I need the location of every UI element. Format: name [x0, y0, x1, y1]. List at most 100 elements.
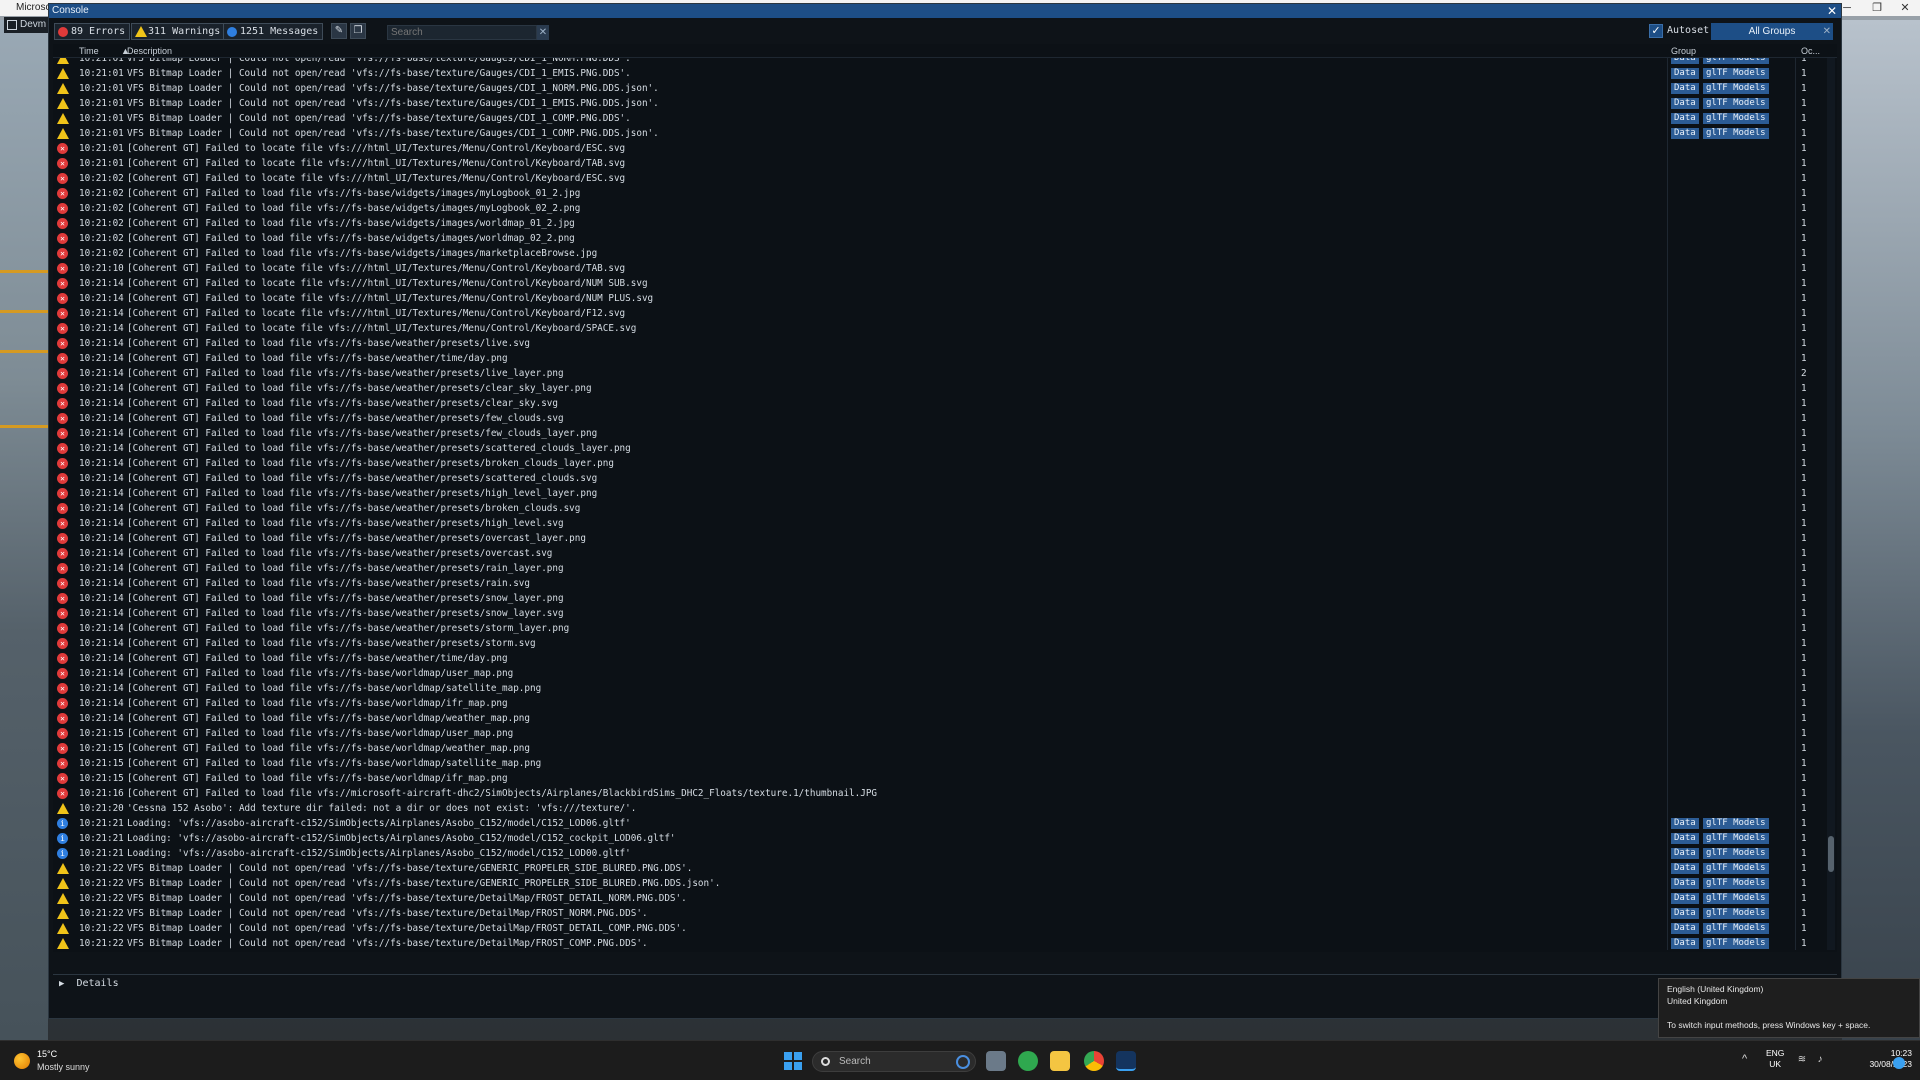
log-row[interactable]: 10:21:01 VFS Bitmap Loader | Could not op…: [53, 111, 1825, 126]
log-row[interactable]: ✕ 10:21:14 [Coherent GT] Failed to load fi…: [53, 396, 1825, 411]
time-column-header[interactable]: Time: [79, 46, 99, 56]
volume-icon[interactable]: ♪: [1814, 1054, 1826, 1066]
file-explorer-icon[interactable]: [1050, 1051, 1070, 1071]
log-row[interactable]: ✕ 10:21:15 [Coherent GT] Failed to load fi…: [53, 726, 1825, 741]
log-row[interactable]: ✕ 10:21:14 [Coherent GT] Failed to load fi…: [53, 441, 1825, 456]
messages-filter-button[interactable]: 1251 Messages: [223, 23, 324, 40]
log-scrollbar-thumb[interactable]: [1828, 836, 1834, 872]
log-row[interactable]: ✕ 10:21:10 [Coherent GT] Failed to locate …: [53, 261, 1825, 276]
group-tag[interactable]: Data: [1671, 58, 1699, 64]
taskbar-clock[interactable]: 10:23 30/08/2023: [1868, 1048, 1912, 1070]
group-tag[interactable]: glTF Models: [1703, 878, 1769, 889]
console-close-icon[interactable]: ✕: [1827, 4, 1837, 18]
chrome-icon[interactable]: [1084, 1051, 1104, 1071]
groups-clear-icon[interactable]: ✕: [1823, 23, 1831, 40]
log-row[interactable]: ✕ 10:21:14 [Coherent GT] Failed to load fi…: [53, 531, 1825, 546]
log-row[interactable]: ✕ 10:21:14 [Coherent GT] Failed to load fi…: [53, 471, 1825, 486]
groups-dropdown[interactable]: All Groups ✕: [1711, 23, 1833, 40]
log-row[interactable]: ✕ 10:21:14 [Coherent GT] Failed to load fi…: [53, 486, 1825, 501]
group-column-header[interactable]: Group: [1671, 46, 1696, 56]
group-tag[interactable]: glTF Models: [1703, 893, 1769, 904]
log-row[interactable]: ✕ 10:21:14 [Coherent GT] Failed to load fi…: [53, 546, 1825, 561]
group-tag[interactable]: Data: [1671, 68, 1699, 79]
log-row[interactable]: ✕ 10:21:14 [Coherent GT] Failed to locate …: [53, 306, 1825, 321]
group-tag[interactable]: Data: [1671, 98, 1699, 109]
details-toggle[interactable]: ▶ Details: [53, 974, 1837, 992]
log-row[interactable]: ✕ 10:21:14 [Coherent GT] Failed to load fi…: [53, 501, 1825, 516]
log-row[interactable]: ✕ 10:21:14 [Coherent GT] Failed to load fi…: [53, 561, 1825, 576]
wifi-icon[interactable]: ≋: [1796, 1054, 1808, 1066]
log-row[interactable]: ✕ 10:21:14 [Coherent GT] Failed to load fi…: [53, 411, 1825, 426]
log-row[interactable]: ✕ 10:21:14 [Coherent GT] Failed to load fi…: [53, 666, 1825, 681]
group-tag[interactable]: glTF Models: [1703, 98, 1769, 109]
log-row[interactable]: 10:21:20 'Cessna 152 Asobo': Add texture …: [53, 801, 1825, 816]
group-tag[interactable]: Data: [1671, 863, 1699, 874]
occurrences-column-header[interactable]: Oc...: [1801, 46, 1820, 56]
group-tag[interactable]: glTF Models: [1703, 833, 1769, 844]
log-row[interactable]: ✕ 10:21:15 [Coherent GT] Failed to load fi…: [53, 741, 1825, 756]
copy-console-button[interactable]: ❐: [350, 23, 366, 39]
group-tag[interactable]: glTF Models: [1703, 128, 1769, 139]
log-row[interactable]: ✕ 10:21:15 [Coherent GT] Failed to load fi…: [53, 771, 1825, 786]
log-row[interactable]: ✕ 10:21:14 [Coherent GT] Failed to load fi…: [53, 681, 1825, 696]
log-row[interactable]: ✕ 10:21:02 [Coherent GT] Failed to load fi…: [53, 231, 1825, 246]
maximize-button[interactable]: ❐: [1862, 0, 1892, 16]
group-tag[interactable]: glTF Models: [1703, 68, 1769, 79]
group-tag[interactable]: Data: [1671, 113, 1699, 124]
clear-console-button[interactable]: ✎: [331, 23, 347, 39]
tray-overflow-chevron-icon[interactable]: ^: [1742, 1053, 1747, 1065]
taskbar-search[interactable]: Search: [812, 1051, 976, 1072]
log-row[interactable]: ✕ 10:21:14 [Coherent GT] Failed to load fi…: [53, 366, 1825, 381]
close-window-button[interactable]: ✕: [1890, 0, 1920, 16]
group-tag[interactable]: Data: [1671, 818, 1699, 829]
task-view-icon[interactable]: [986, 1051, 1006, 1071]
flight-simulator-icon[interactable]: [1116, 1051, 1136, 1071]
group-tag[interactable]: glTF Models: [1703, 938, 1769, 949]
log-row[interactable]: 10:21:22 VFS Bitmap Loader | Could not op…: [53, 891, 1825, 906]
log-row[interactable]: 10:21:22 VFS Bitmap Loader | Could not op…: [53, 921, 1825, 936]
log-row[interactable]: ✕ 10:21:14 [Coherent GT] Failed to locate …: [53, 321, 1825, 336]
log-row[interactable]: 10:21:22 VFS Bitmap Loader | Could not op…: [53, 876, 1825, 891]
log-row[interactable]: i 10:21:21 Loading: 'vfs://asobo-aircraft-…: [53, 831, 1825, 846]
group-tag[interactable]: Data: [1671, 923, 1699, 934]
log-row[interactable]: ✕ 10:21:14 [Coherent GT] Failed to load fi…: [53, 336, 1825, 351]
log-row[interactable]: ✕ 10:21:14 [Coherent GT] Failed to load fi…: [53, 621, 1825, 636]
group-tag[interactable]: glTF Models: [1703, 923, 1769, 934]
xbox-icon[interactable]: [1018, 1051, 1038, 1071]
group-tag[interactable]: Data: [1671, 83, 1699, 94]
console-search-input[interactable]: [387, 25, 537, 40]
log-row[interactable]: ✕ 10:21:14 [Coherent GT] Failed to load fi…: [53, 381, 1825, 396]
log-row[interactable]: ✕ 10:21:16 [Coherent GT] Failed to load fi…: [53, 786, 1825, 801]
devmode-menu-tab[interactable]: Devm: [4, 17, 51, 33]
log-row[interactable]: ✕ 10:21:14 [Coherent GT] Failed to load fi…: [53, 711, 1825, 726]
log-row[interactable]: ✕ 10:21:14 [Coherent GT] Failed to load fi…: [53, 591, 1825, 606]
input-language-indicator[interactable]: ENG UK: [1766, 1048, 1784, 1070]
group-tag[interactable]: glTF Models: [1703, 863, 1769, 874]
group-tag[interactable]: glTF Models: [1703, 58, 1769, 64]
log-row[interactable]: ✕ 10:21:01 [Coherent GT] Failed to locate …: [53, 141, 1825, 156]
log-scrollbar[interactable]: [1827, 58, 1835, 950]
log-row[interactable]: ✕ 10:21:14 [Coherent GT] Failed to load fi…: [53, 606, 1825, 621]
log-row[interactable]: ✕ 10:21:14 [Coherent GT] Failed to locate …: [53, 291, 1825, 306]
log-row[interactable]: ✕ 10:21:14 [Coherent GT] Failed to load fi…: [53, 351, 1825, 366]
log-row[interactable]: ✕ 10:21:02 [Coherent GT] Failed to load fi…: [53, 246, 1825, 261]
log-row[interactable]: ✕ 10:21:14 [Coherent GT] Failed to load fi…: [53, 456, 1825, 471]
log-row[interactable]: ✕ 10:21:02 [Coherent GT] Failed to load fi…: [53, 216, 1825, 231]
log-row[interactable]: ✕ 10:21:14 [Coherent GT] Failed to load fi…: [53, 651, 1825, 666]
group-tag[interactable]: Data: [1671, 878, 1699, 889]
log-row[interactable]: ✕ 10:21:02 [Coherent GT] Failed to locate …: [53, 171, 1825, 186]
group-tag[interactable]: Data: [1671, 908, 1699, 919]
errors-filter-button[interactable]: 89 Errors: [54, 23, 131, 40]
group-tag[interactable]: glTF Models: [1703, 848, 1769, 859]
log-row[interactable]: ✕ 10:21:02 [Coherent GT] Failed to load fi…: [53, 186, 1825, 201]
notification-icon[interactable]: [1893, 1057, 1905, 1069]
group-tag[interactable]: glTF Models: [1703, 908, 1769, 919]
warnings-filter-button[interactable]: 311 Warnings: [131, 23, 226, 40]
log-row[interactable]: ✕ 10:21:02 [Coherent GT] Failed to load fi…: [53, 201, 1825, 216]
group-tag[interactable]: Data: [1671, 833, 1699, 844]
start-button[interactable]: [784, 1052, 802, 1070]
search-clear-button[interactable]: ✕: [537, 25, 549, 40]
console-titlebar[interactable]: Console ✕: [49, 4, 1841, 18]
log-row[interactable]: 10:21:01 VFS Bitmap Loader | Could not op…: [53, 126, 1825, 141]
group-tag[interactable]: Data: [1671, 128, 1699, 139]
